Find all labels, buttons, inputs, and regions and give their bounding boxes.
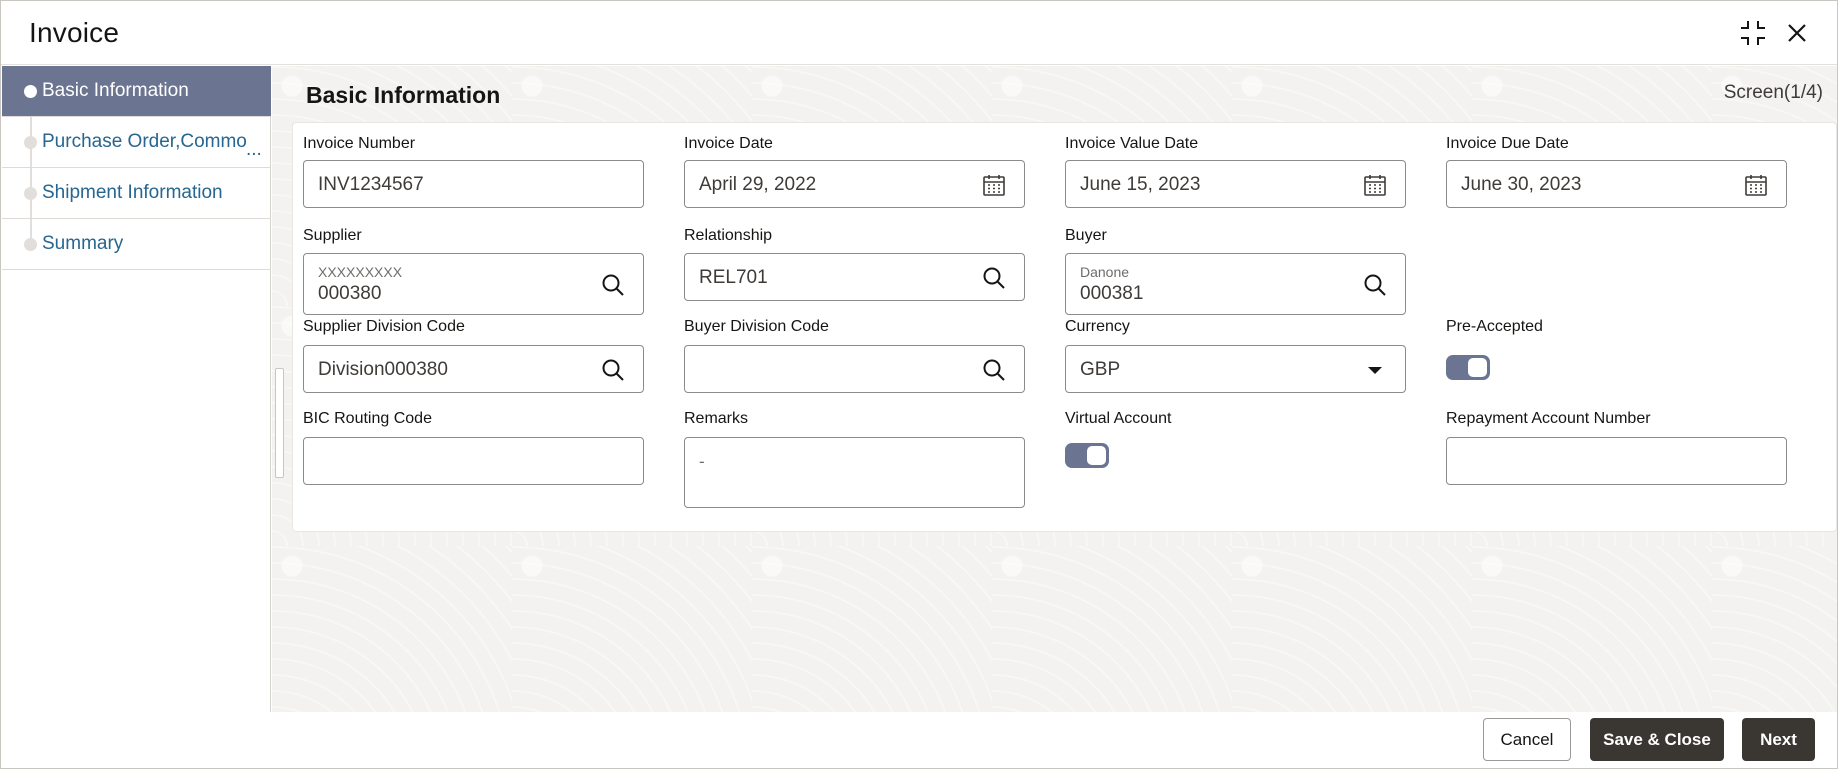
toggle-knob — [1468, 358, 1487, 377]
step-shipment-information[interactable]: Shipment Information — [2, 168, 271, 219]
scrollbar[interactable] — [275, 368, 284, 478]
bic-routing-code-label: BIC Routing Code — [303, 410, 432, 427]
step-indicator-dot — [24, 187, 37, 200]
virtual-account-label: Virtual Account — [1065, 410, 1172, 427]
dialog-title: Invoice — [29, 17, 120, 48]
toggle-knob — [1087, 446, 1106, 465]
step-label: Summary — [42, 233, 124, 254]
calendar-icon[interactable] — [982, 173, 1006, 197]
supplier-division-code-label: Supplier Division Code — [303, 318, 465, 335]
invoice-due-date-value: June 30, 2023 — [1461, 174, 1582, 195]
supplier-name: XXXXXXXXX — [318, 264, 403, 280]
invoice-value-date-value: June 15, 2023 — [1080, 174, 1201, 195]
repayment-account-number-label: Repayment Account Number — [1446, 410, 1651, 427]
step-indicator-dot — [24, 136, 37, 149]
buyer-name: Danone — [1080, 264, 1130, 280]
relationship-label: Relationship — [684, 227, 773, 244]
dialog-header: Invoice — [1, 1, 1837, 65]
remarks-value: - — [699, 452, 705, 471]
chevron-down-icon[interactable] — [1363, 358, 1387, 382]
step-label-ellipsis: ... — [246, 139, 262, 160]
invoice-due-date-label: Invoice Due Date — [1446, 135, 1569, 152]
section-title: Basic Information — [306, 82, 501, 108]
search-icon[interactable] — [982, 266, 1006, 290]
buyer-label: Buyer — [1065, 227, 1107, 244]
screen-indicator: Screen(1/4) — [1723, 82, 1823, 103]
step-label: Shipment Information — [42, 182, 223, 203]
step-purchase-order[interactable]: Purchase Order,Commo ... — [2, 117, 271, 168]
supplier-division-code-value: Division000380 — [318, 359, 448, 380]
step-navigation: Basic Information Purchase Order,Commo .… — [2, 66, 271, 712]
buyer-input[interactable]: Danone 000381 — [1065, 253, 1406, 315]
invoice-value-date-label: Invoice Value Date — [1065, 135, 1199, 152]
buyer-division-code-input[interactable] — [684, 345, 1025, 393]
step-indicator-dot — [24, 238, 37, 251]
close-icon[interactable] — [1781, 17, 1813, 49]
cancel-button[interactable]: Cancel — [1483, 718, 1571, 761]
remarks-textarea[interactable]: - — [684, 437, 1025, 508]
buyer-division-code-label: Buyer Division Code — [684, 318, 829, 335]
pre-accepted-toggle[interactable] — [1446, 355, 1490, 380]
pre-accepted-label: Pre-Accepted — [1446, 318, 1543, 335]
step-basic-information[interactable]: Basic Information — [2, 66, 271, 117]
invoice-value-date-input[interactable]: June 15, 2023 — [1065, 160, 1406, 208]
search-icon[interactable] — [982, 358, 1006, 382]
bic-routing-code-input[interactable] — [303, 437, 644, 485]
currency-select[interactable]: GBP — [1065, 345, 1406, 393]
invoice-number-input[interactable]: INV1234567 — [303, 160, 644, 208]
relationship-value: REL701 — [699, 267, 768, 288]
relationship-input[interactable]: REL701 — [684, 253, 1025, 301]
calendar-icon[interactable] — [1363, 173, 1387, 197]
invoice-number-label: Invoice Number — [303, 135, 416, 152]
currency-value: GBP — [1080, 359, 1121, 380]
search-icon[interactable] — [1363, 273, 1387, 297]
supplier-division-code-input[interactable]: Division000380 — [303, 345, 644, 393]
main-content: Basic Information Screen(1/4) Invoice Nu… — [272, 66, 1837, 712]
search-icon[interactable] — [601, 358, 625, 382]
form-panel: Invoice Number INV1234567 Invoice Date A… — [292, 122, 1837, 532]
invoice-date-input[interactable]: April 29, 2022 — [684, 160, 1025, 208]
buyer-value: 000381 — [1080, 283, 1144, 304]
search-icon[interactable] — [601, 273, 625, 297]
collapse-arrows-icon[interactable] — [1737, 17, 1769, 49]
step-label: Basic Information — [42, 80, 189, 101]
supplier-label: Supplier — [303, 227, 362, 244]
next-button[interactable]: Next — [1742, 718, 1815, 761]
step-summary[interactable]: Summary — [2, 219, 271, 270]
currency-label: Currency — [1065, 318, 1130, 335]
invoice-dialog: Invoice Basic Information Purchase Order… — [0, 0, 1838, 769]
repayment-account-number-input[interactable] — [1446, 437, 1787, 485]
calendar-icon[interactable] — [1744, 173, 1768, 197]
invoice-due-date-input[interactable]: June 30, 2023 — [1446, 160, 1787, 208]
invoice-date-label: Invoice Date — [684, 135, 773, 152]
remarks-label: Remarks — [684, 410, 749, 427]
virtual-account-toggle[interactable] — [1065, 443, 1109, 468]
save-close-button[interactable]: Save & Close — [1590, 718, 1724, 761]
step-label: Purchase Order,Commo — [42, 131, 247, 152]
step-indicator-dot — [24, 85, 37, 98]
invoice-date-value: April 29, 2022 — [699, 174, 817, 195]
invoice-number-value: INV1234567 — [318, 174, 424, 195]
supplier-value: 000380 — [318, 283, 382, 304]
supplier-input[interactable]: XXXXXXXXX 000380 — [303, 253, 644, 315]
